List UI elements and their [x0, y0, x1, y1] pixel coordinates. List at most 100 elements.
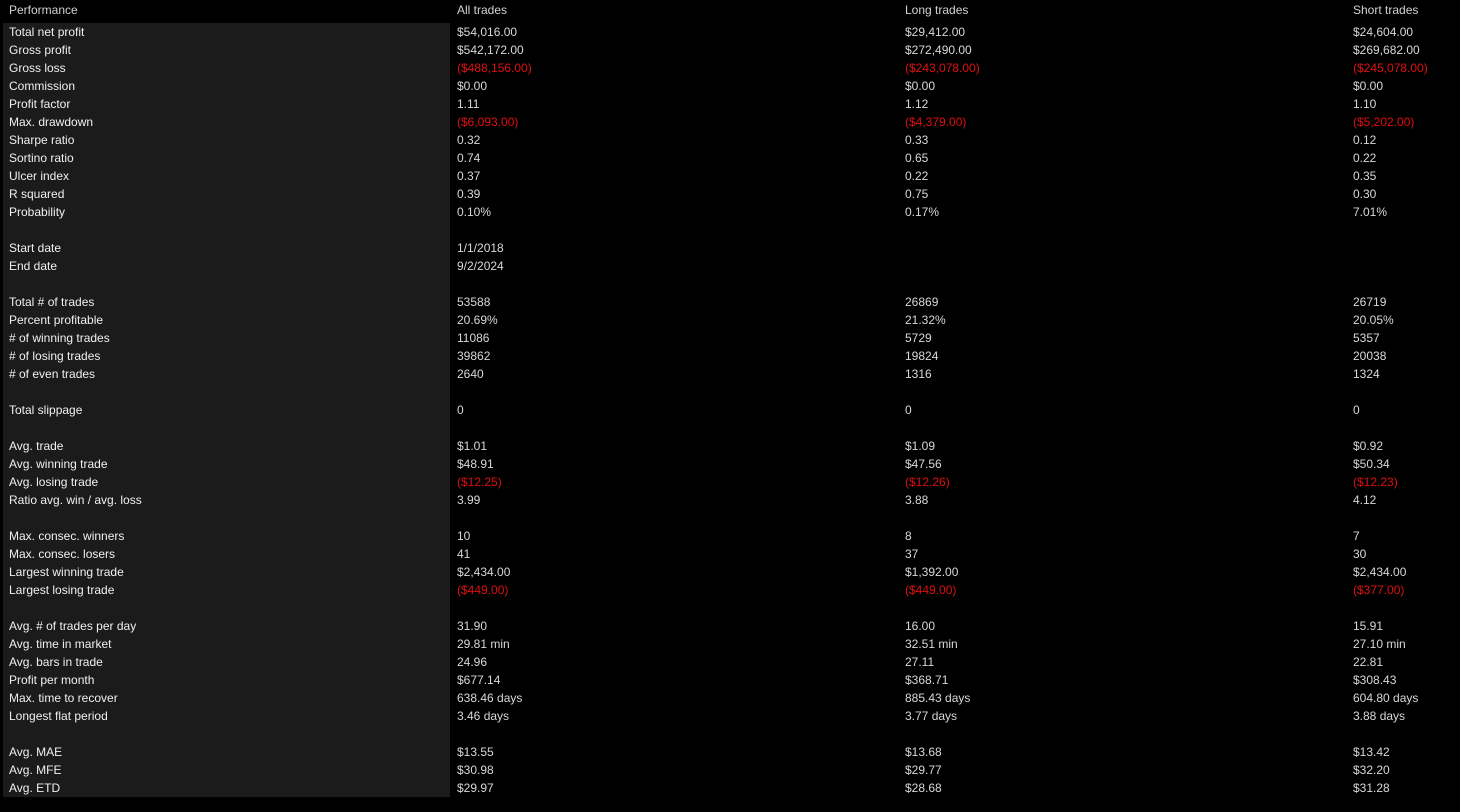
short-trades-value: ($245,078.00)	[1353, 61, 1428, 75]
table-row[interactable]: Profit factor 1.11 1.12 1.10	[0, 95, 1460, 113]
row-label: Avg. losing trade	[9, 475, 99, 489]
table-row[interactable]: Sharpe ratio 0.32 0.33 0.12	[0, 131, 1460, 149]
all-trades-value: 0.39	[457, 187, 481, 201]
all-trades-value: 3.46 days	[457, 709, 510, 723]
table-row[interactable]: Ulcer index 0.37 0.22 0.35	[0, 167, 1460, 185]
short-trades-value: 7	[1353, 529, 1360, 543]
short-trades-value: 20.05%	[1353, 313, 1394, 327]
row-label: R squared	[9, 187, 65, 201]
table-row[interactable]: Total # of trades 53588 26869 26719	[0, 293, 1460, 311]
all-trades-value: $30.98	[457, 763, 494, 777]
table-row[interactable]: End date 9/2/2024	[0, 257, 1460, 275]
row-label: Largest losing trade	[9, 583, 115, 597]
table-row[interactable]: Total slippage 0 0 0	[0, 401, 1460, 419]
table-row[interactable]: Avg. time in market 29.81 min 32.51 min 27.…	[0, 635, 1460, 653]
table-row[interactable]: # of losing trades 39862 19824 20038	[0, 347, 1460, 365]
short-trades-value: 4.12	[1353, 493, 1377, 507]
table-row[interactable]: Avg. trade $1.01 $1.09 $0.92	[0, 437, 1460, 455]
long-trades-value: 1.12	[905, 97, 929, 111]
table-row[interactable]: Max. time to recover 638.46 days 885.43 da…	[0, 689, 1460, 707]
row-label: End date	[9, 259, 58, 273]
table-row[interactable]: Largest losing trade ($449.00) ($449.00) ($…	[0, 581, 1460, 599]
table-row[interactable]: Avg. MFE $30.98 $29.77 $32.20	[0, 761, 1460, 779]
table-row[interactable]: Max. consec. losers 41 37 30	[0, 545, 1460, 563]
long-trades-value: $1,392.00	[905, 565, 959, 579]
short-trades-value: $32.20	[1353, 763, 1390, 777]
table-row[interactable]: Gross loss ($488,156.00) ($243,078.00) ($24…	[0, 59, 1460, 77]
spacer-row	[0, 509, 1460, 527]
short-trades-value: ($5,202.00)	[1353, 115, 1415, 129]
long-trades-value: 19824	[905, 349, 939, 363]
table-row[interactable]: Gross profit $542,172.00 $272,490.00 $269,6…	[0, 41, 1460, 59]
table-row[interactable]: Percent profitable 20.69% 21.32% 20.05%	[0, 311, 1460, 329]
table-row[interactable]: Commission $0.00 $0.00 $0.00	[0, 77, 1460, 95]
all-trades-value: 10	[457, 529, 471, 543]
table-row[interactable]: Total net profit $54,016.00 $29,412.00 $24,…	[0, 23, 1460, 41]
table-row[interactable]: # of winning trades 11086 5729 5357	[0, 329, 1460, 347]
table-row[interactable]: Avg. # of trades per day 31.90 16.00 15.91	[0, 617, 1460, 635]
all-trades-value: 0.10%	[457, 205, 492, 219]
table-row[interactable]: Start date 1/1/2018	[0, 239, 1460, 257]
long-trades-value: $28.68	[905, 781, 942, 795]
long-trades-value: $47.56	[905, 457, 942, 471]
long-trades-value: 5729	[905, 331, 932, 345]
short-trades-value: $24,604.00	[1353, 25, 1414, 39]
all-trades-value: 9/2/2024	[457, 259, 504, 273]
header-long-trades[interactable]: Long trades	[905, 3, 968, 17]
spacer-row	[0, 725, 1460, 743]
table-row[interactable]: Avg. bars in trade 24.96 27.11 22.81	[0, 653, 1460, 671]
row-label: Commission	[9, 79, 76, 93]
table-row[interactable]: Avg. winning trade $48.91 $47.56 $50.34	[0, 455, 1460, 473]
all-trades-value: 3.99	[457, 493, 481, 507]
table-row[interactable]: Avg. losing trade ($12.25) ($12.26) ($12.23…	[0, 473, 1460, 491]
performance-table-body: Total net profit $54,016.00 $29,412.00 $24,…	[0, 23, 1460, 797]
row-label: Avg. winning trade	[9, 457, 108, 471]
long-trades-value: 0.65	[905, 151, 929, 165]
table-row[interactable]: Max. drawdown ($6,093.00) ($4,379.00) ($5,2…	[0, 113, 1460, 131]
all-trades-value: 1.11	[457, 97, 480, 111]
header-performance[interactable]: Performance	[9, 3, 78, 17]
short-trades-value: $269,682.00	[1353, 43, 1420, 57]
row-label: Ulcer index	[9, 169, 70, 183]
all-trades-value: 31.90	[457, 619, 488, 633]
short-trades-value: 0.30	[1353, 187, 1377, 201]
table-row[interactable]: Longest flat period 3.46 days 3.77 days 3.8…	[0, 707, 1460, 725]
all-trades-value: ($12.25)	[457, 475, 502, 489]
short-trades-value: 27.10 min	[1353, 637, 1406, 651]
table-row[interactable]: Avg. MAE $13.55 $13.68 $13.42	[0, 743, 1460, 761]
all-trades-value: ($488,156.00)	[457, 61, 532, 75]
long-trades-value: 885.43 days	[905, 691, 971, 705]
row-label: Avg. time in market	[9, 637, 112, 651]
table-row[interactable]: R squared 0.39 0.75 0.30	[0, 185, 1460, 203]
table-row[interactable]: Profit per month $677.14 $368.71 $308.43	[0, 671, 1460, 689]
table-row[interactable]: Probability 0.10% 0.17% 7.01%	[0, 203, 1460, 221]
long-trades-value: 8	[905, 529, 912, 543]
row-label: Avg. # of trades per day	[9, 619, 137, 633]
row-label: Gross profit	[9, 43, 72, 57]
short-trades-value: 7.01%	[1353, 205, 1388, 219]
table-row[interactable]: Largest winning trade $2,434.00 $1,392.00 $…	[0, 563, 1460, 581]
table-row[interactable]: Sortino ratio 0.74 0.65 0.22	[0, 149, 1460, 167]
long-trades-value: 32.51 min	[905, 637, 958, 651]
short-trades-value: 5357	[1353, 331, 1380, 345]
all-trades-value: $677.14	[457, 673, 501, 687]
table-row[interactable]: Avg. ETD $29.97 $28.68 $31.28	[0, 779, 1460, 797]
row-label: # of even trades	[9, 367, 96, 381]
row-label: Profit factor	[9, 97, 71, 111]
all-trades-value: $2,434.00	[457, 565, 511, 579]
table-row[interactable]: # of even trades 2640 1316 1324	[0, 365, 1460, 383]
long-trades-value: 0	[905, 403, 912, 417]
spacer-row	[0, 419, 1460, 437]
all-trades-value: $0.00	[457, 79, 488, 93]
long-trades-value: 0.33	[905, 133, 929, 147]
all-trades-value: 1/1/2018	[457, 241, 504, 255]
header-all-trades[interactable]: All trades	[457, 3, 507, 17]
table-row[interactable]: Ratio avg. win / avg. loss 3.99 3.88 4.12	[0, 491, 1460, 509]
long-trades-value: 0.22	[905, 169, 929, 183]
table-row[interactable]: Max. consec. winners 10 8 7	[0, 527, 1460, 545]
header-short-trades[interactable]: Short trades	[1353, 3, 1418, 17]
long-trades-value: 26869	[905, 295, 939, 309]
long-trades-value: 37	[905, 547, 919, 561]
all-trades-value: 41	[457, 547, 471, 561]
all-trades-value: 0	[457, 403, 464, 417]
